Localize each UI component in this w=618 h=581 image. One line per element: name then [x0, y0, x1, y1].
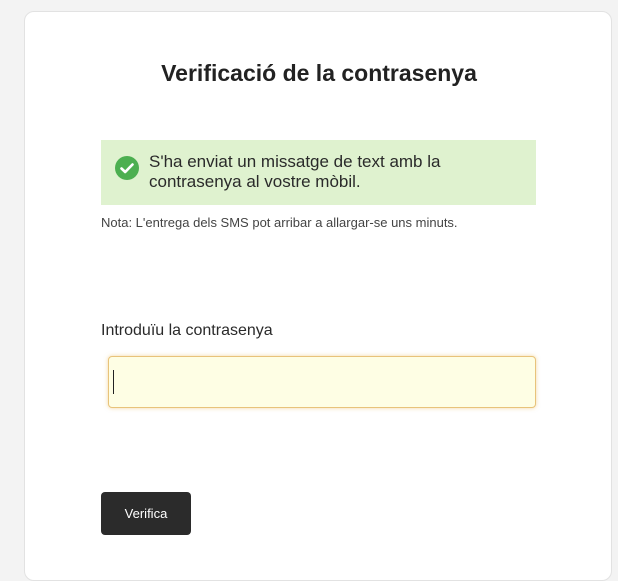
text-cursor [113, 370, 114, 394]
sms-delivery-note: Nota: L'entrega dels SMS pot arribar a a… [101, 215, 458, 230]
page-title: Verificació de la contrasenya [161, 60, 477, 86]
alert-message: S'ha enviat un missatge de text amb la c… [149, 152, 441, 191]
verify-button[interactable]: Verifica [101, 492, 191, 535]
check-circle-icon [115, 156, 139, 180]
password-label: Introduïu la contrasenya [101, 322, 273, 339]
password-input[interactable] [108, 356, 536, 408]
verification-card: Verificació de la contrasenya S'ha envia… [24, 11, 612, 581]
success-alert: S'ha enviat un missatge de text amb la c… [101, 140, 536, 205]
